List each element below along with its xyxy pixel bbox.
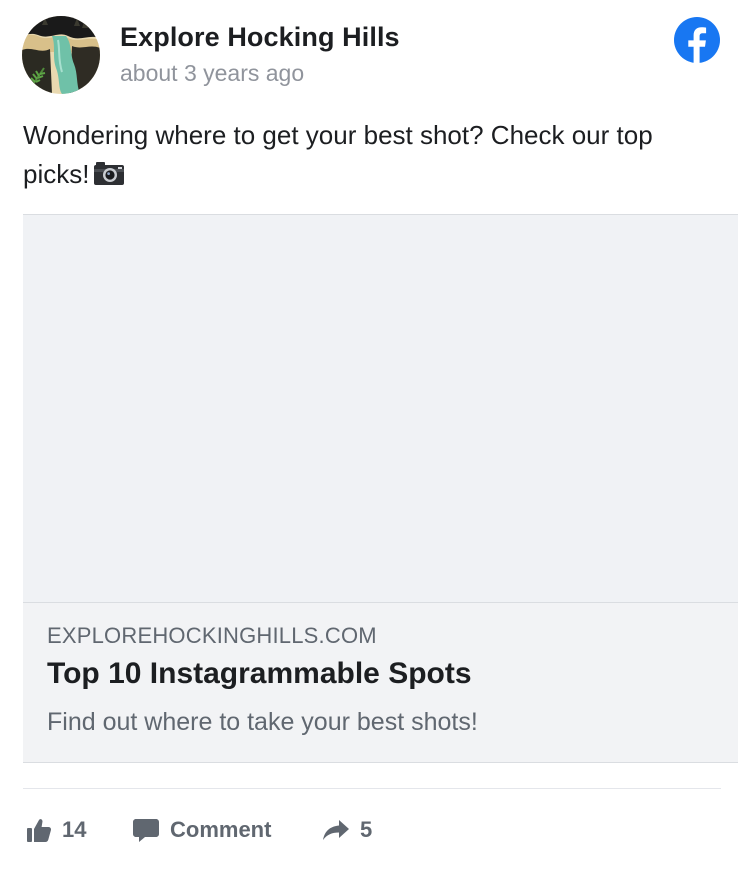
comment-bubble-icon	[133, 819, 159, 842]
share-count: 5	[360, 817, 373, 842]
post-timestamp[interactable]: about 3 years ago	[120, 60, 304, 87]
thumbs-up-icon	[27, 819, 52, 842]
page-avatar[interactable]	[22, 16, 100, 94]
waterfall-landscape-avatar	[22, 16, 100, 94]
facebook-post-embed: Explore Hocking Hills about 3 years ago …	[0, 0, 738, 870]
footer-divider	[23, 788, 721, 789]
share-arrow-icon	[323, 820, 349, 840]
like-count: 14	[62, 817, 87, 842]
comment-label: Comment	[170, 817, 272, 842]
link-preview-domain: EXPLOREHOCKINGHILLS.COM	[47, 623, 377, 648]
page-name-link[interactable]: Explore Hocking Hills	[120, 22, 400, 53]
link-preview-card[interactable]: EXPLOREHOCKINGHILLS.COM Top 10 Instagram…	[23, 214, 738, 763]
link-preview-image[interactable]	[23, 215, 738, 603]
share-button[interactable]: 5	[322, 813, 372, 847]
like-button[interactable]: 14	[26, 813, 86, 847]
camera-icon	[93, 160, 125, 186]
link-preview-title[interactable]: Top 10 Instagrammable Spots	[47, 657, 472, 691]
link-preview-description: Find out where to take your best shots!	[47, 708, 478, 736]
post-message: Wondering where to get your best shot? C…	[23, 116, 723, 194]
facebook-logo-icon[interactable]	[674, 17, 720, 63]
comment-button[interactable]: Comment	[132, 813, 271, 847]
